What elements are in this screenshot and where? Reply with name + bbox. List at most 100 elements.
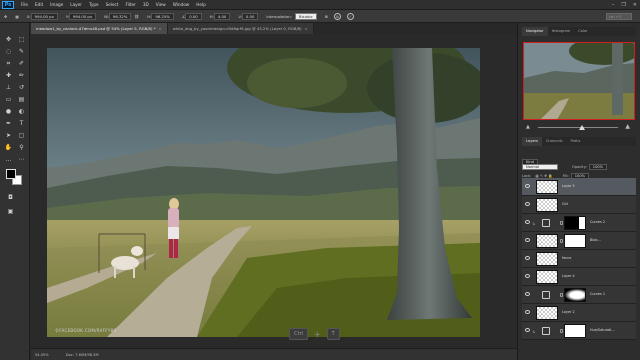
menu-file[interactable]: File (21, 2, 28, 7)
clone-stamp-icon[interactable]: ⊥ (3, 83, 14, 92)
menu-edit[interactable]: Edit (35, 2, 43, 7)
tab-channels[interactable]: Channels (542, 137, 567, 146)
pen-icon[interactable]: ✒ (3, 119, 14, 128)
layer-row[interactable]: ↳ Curves 2 (522, 214, 636, 232)
marquee-icon[interactable]: ⬚ (16, 35, 27, 44)
dodge-icon[interactable]: ◐ (16, 107, 27, 116)
zoom-icon[interactable]: ⚲ (16, 143, 27, 152)
more-tools-icon[interactable]: … (3, 155, 14, 164)
layer-row[interactable]: Layer 2 (522, 304, 636, 322)
close-tab-icon[interactable]: × (159, 26, 162, 31)
gradient-icon[interactable]: ▤ (16, 95, 27, 104)
healing-icon[interactable]: ✚ (3, 71, 14, 80)
x-field[interactable]: 994.00 px (30, 12, 58, 20)
menu-filter[interactable]: Filter (125, 2, 135, 7)
blend-mode-select[interactable]: Normal (522, 163, 558, 170)
menu-help[interactable]: Help (196, 2, 206, 7)
minimize-icon[interactable]: – (612, 2, 615, 8)
foreground-color-swatch[interactable] (6, 169, 16, 179)
menu-3d[interactable]: 3D (143, 2, 149, 7)
quick-select-icon[interactable]: ✎ (16, 47, 27, 56)
shape-icon[interactable]: ▢ (16, 131, 27, 140)
tab-paths[interactable]: Paths (567, 137, 585, 146)
move-tool-icon[interactable]: ✥ (4, 14, 7, 19)
opacity-label: Opacity: (572, 164, 587, 169)
warp-icon[interactable]: ⊞ (325, 14, 328, 19)
eye-icon[interactable] (525, 292, 530, 296)
eye-icon[interactable] (525, 184, 530, 188)
eye-icon[interactable] (525, 310, 530, 314)
navigator-preview[interactable] (523, 42, 635, 120)
menu-image[interactable]: Image (50, 2, 63, 7)
menu-view[interactable]: View (156, 2, 166, 7)
layer-mask-thumbnail[interactable] (564, 288, 586, 302)
eye-icon[interactable] (525, 220, 530, 224)
y-field[interactable]: 994.00 px (68, 12, 97, 20)
move-icon[interactable]: ✥ (3, 35, 14, 44)
menu-bar: Ps File Edit Image Layer Type Select Fil… (0, 0, 640, 10)
screen-mode-icon[interactable]: ▣ (5, 207, 16, 216)
tab-color[interactable]: Color (574, 27, 591, 36)
document-canvas[interactable]: ©FACEBOOK.COM/RAFFY89 (47, 48, 480, 337)
eye-icon[interactable] (525, 238, 530, 242)
commit-transform-icon[interactable]: ✓ (346, 12, 354, 20)
eye-icon[interactable] (525, 274, 530, 278)
type-icon[interactable]: T (16, 119, 27, 128)
hskew-field[interactable]: 4.00 (213, 12, 231, 20)
menu-window[interactable]: Window (173, 2, 190, 7)
layer-row[interactable]: Girl (522, 196, 636, 214)
tab-histogram[interactable]: Histogram (548, 27, 575, 36)
height-field[interactable]: 96.25% (151, 12, 174, 20)
zoom-slider-knob[interactable] (579, 125, 585, 130)
menu-select[interactable]: Select (106, 2, 119, 7)
close-icon[interactable]: ✕ (633, 2, 637, 8)
interpolation-select[interactable]: Bicubic (294, 12, 317, 20)
vskew-field[interactable]: 0.00 (241, 12, 259, 20)
tab-navigator[interactable]: Navigator (522, 27, 548, 36)
edit-toolbar-icon[interactable]: ⋯ (16, 155, 27, 164)
tab-meadow-document[interactable]: meadow1_by_canlock-d7dmu48.psd @ 54% (La… (31, 23, 168, 34)
zoom-readout[interactable]: 54.05% (35, 353, 49, 357)
search-input[interactable]: ctrl + F (606, 13, 632, 20)
zoom-slider[interactable] (538, 125, 618, 130)
layer-row[interactable]: Layer 4 (522, 268, 636, 286)
layer-mask-thumbnail[interactable] (564, 234, 586, 248)
hand-icon[interactable]: ✋ (3, 143, 14, 152)
eye-icon[interactable] (525, 328, 530, 332)
eraser-icon[interactable]: ▭ (3, 95, 14, 104)
close-tab-icon[interactable]: × (305, 26, 308, 31)
quick-mask-icon[interactable]: ◘ (5, 193, 16, 202)
opacity-field[interactable]: 100% (588, 163, 608, 170)
path-select-icon[interactable]: ➤ (3, 131, 14, 140)
layer-row[interactable]: Curves 1 (522, 286, 636, 304)
menu-type[interactable]: Type (89, 2, 99, 7)
tab-label: white_dog_by_yoomidesign-d3d6qrf9.jpg @ … (172, 26, 302, 31)
reference-point-icon[interactable]: ▦ (15, 14, 19, 19)
zoom-in-icon[interactable]: ▲ (625, 123, 630, 130)
tab-layers[interactable]: Layers (522, 137, 542, 146)
blur-icon[interactable]: ● (3, 107, 14, 116)
zoom-out-icon[interactable]: ▲ (526, 124, 530, 130)
layer-mask-thumbnail[interactable] (564, 216, 586, 230)
link-icon[interactable]: ⛓ (134, 14, 139, 19)
angle-field[interactable]: 0.00 (185, 12, 202, 20)
layer-row[interactable]: Blob... (522, 232, 636, 250)
lasso-icon[interactable]: ◌ (3, 47, 14, 56)
layer-row[interactable]: fence (522, 250, 636, 268)
cancel-transform-icon[interactable]: ⊘ (333, 12, 341, 20)
layer-row[interactable]: Layer 5 (522, 178, 636, 196)
lock-icons[interactable]: ▦ ✎ ✥ 🔒 (535, 174, 552, 178)
brush-icon[interactable]: ✏ (16, 71, 27, 80)
history-brush-icon[interactable]: ↺ (16, 83, 27, 92)
layer-mask-thumbnail[interactable] (564, 324, 586, 338)
crop-icon[interactable]: ⌗ (3, 59, 14, 68)
layer-row[interactable]: ↳ Hue/Saturati... (522, 322, 636, 340)
menu-layer[interactable]: Layer (70, 2, 82, 7)
width-field[interactable]: 96.32% (108, 12, 132, 20)
restore-icon[interactable]: ❐ (621, 2, 625, 8)
canvas-area[interactable]: ©FACEBOOK.COM/RAFFY89 Ctrl + T (31, 34, 517, 348)
tab-dog-document[interactable]: white_dog_by_yoomidesign-d3d6qrf9.jpg @ … (167, 23, 314, 34)
eyedropper-icon[interactable]: ✐ (16, 59, 27, 68)
eye-icon[interactable] (525, 256, 530, 260)
eye-icon[interactable] (525, 202, 530, 206)
